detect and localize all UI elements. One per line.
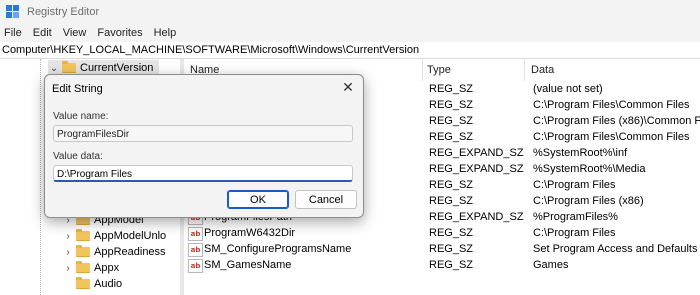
menu-edit[interactable]: Edit bbox=[29, 27, 59, 39]
column-header-data[interactable]: Data bbox=[531, 59, 696, 81]
value-data: C:\Program Files (x86)\Common Files bbox=[533, 115, 700, 127]
folder-icon bbox=[76, 261, 90, 273]
menu-file[interactable]: File bbox=[0, 27, 29, 39]
ab-string-icon: ab bbox=[188, 243, 203, 257]
value-name-label: Value name: bbox=[53, 111, 109, 122]
column-separator[interactable] bbox=[422, 59, 423, 81]
chevron-down-icon[interactable]: ⌄ bbox=[48, 63, 60, 74]
menu-favorites[interactable]: Favorites bbox=[93, 27, 149, 39]
table-row[interactable]: ab ProgramW6432Dir REG_SZ C:\Program Fil… bbox=[184, 225, 700, 241]
registry-editor-icon bbox=[6, 5, 20, 19]
value-type: REG_SZ bbox=[429, 131, 474, 143]
cancel-button[interactable]: Cancel bbox=[295, 190, 357, 209]
value-data: C:\Program Files (x86) bbox=[533, 195, 644, 207]
value-type: REG_SZ bbox=[429, 99, 474, 111]
title-bar: Registry Editor bbox=[0, 0, 700, 24]
column-header-type[interactable]: Type bbox=[427, 59, 522, 81]
folder-icon bbox=[76, 229, 90, 241]
value-data: %SystemRoot%\inf bbox=[533, 147, 628, 159]
value-data-label: Value data: bbox=[53, 151, 103, 162]
value-type: REG_SZ bbox=[429, 195, 474, 207]
value-data: Games bbox=[533, 259, 569, 271]
value-name-field: ProgramFilesDir bbox=[53, 125, 353, 142]
tree-node-appmodelunlock[interactable]: › AppModelUnlo bbox=[62, 228, 166, 244]
column-header-label: Data bbox=[531, 64, 555, 76]
close-icon[interactable]: ✕ bbox=[339, 79, 357, 97]
address-path: Computer\HKEY_LOCAL_MACHINE\SOFTWARE\Mic… bbox=[2, 44, 420, 56]
ab-string-icon: ab bbox=[188, 259, 203, 273]
value-data: C:\Program Files\Common Files bbox=[533, 99, 690, 111]
folder-icon bbox=[76, 277, 90, 289]
menu-help[interactable]: Help bbox=[150, 27, 184, 39]
value-type: REG_SZ bbox=[429, 227, 474, 239]
value-data: %SystemRoot%\Media bbox=[533, 163, 646, 175]
tree-node-appx[interactable]: › Appx bbox=[62, 260, 119, 276]
column-separator[interactable] bbox=[524, 59, 525, 81]
folder-icon bbox=[76, 245, 90, 257]
address-bar[interactable]: Computer\HKEY_LOCAL_MACHINE\SOFTWARE\Mic… bbox=[0, 42, 700, 59]
value-data: C:\Program Files\Common Files bbox=[533, 131, 690, 143]
chevron-right-icon[interactable]: › bbox=[62, 263, 74, 274]
window-title: Registry Editor bbox=[27, 6, 100, 18]
value-type: REG_SZ bbox=[429, 259, 474, 271]
ok-button[interactable]: OK bbox=[227, 190, 289, 209]
value-type: REG_SZ bbox=[429, 115, 474, 127]
value-type: REG_SZ bbox=[429, 83, 474, 95]
table-row[interactable]: ab SM_GamesName REG_SZ Games bbox=[184, 257, 700, 273]
value-type: REG_SZ bbox=[429, 243, 474, 255]
value-data: (value not set) bbox=[533, 83, 603, 95]
chevron-right-icon[interactable]: › bbox=[62, 247, 74, 258]
value-type: REG_EXPAND_SZ bbox=[429, 211, 524, 223]
tree-node-appreadiness[interactable]: › AppReadiness bbox=[62, 244, 166, 260]
value-type: REG_SZ bbox=[429, 179, 474, 191]
table-row[interactable]: ab SM_ConfigureProgramsName REG_SZ Set P… bbox=[184, 241, 700, 257]
tree-guide-line bbox=[40, 59, 41, 295]
value-data: C:\Program Files bbox=[533, 227, 616, 239]
folder-icon bbox=[62, 61, 76, 73]
tree-node-label: AppModelUnlo bbox=[94, 230, 167, 242]
value-data: %ProgramFiles% bbox=[533, 211, 618, 223]
value-data: C:\Program Files bbox=[533, 179, 616, 191]
value-name: ProgramW6432Dir bbox=[204, 227, 296, 239]
chevron-right-icon[interactable]: › bbox=[62, 231, 74, 242]
edit-string-dialog: Edit String ✕ Value name: ProgramFilesDi… bbox=[44, 74, 364, 218]
tree-node-label: AppReadiness bbox=[94, 246, 166, 258]
value-type: REG_EXPAND_SZ bbox=[429, 147, 524, 159]
value-data-field[interactable]: D:\Program Files bbox=[53, 165, 353, 182]
tree-node-label: Appx bbox=[94, 262, 120, 274]
column-header-label: Type bbox=[427, 64, 451, 76]
tree-node-label: CurrentVersion bbox=[80, 62, 154, 74]
dialog-title: Edit String bbox=[52, 83, 103, 95]
tree-node-audio[interactable]: Audio bbox=[62, 276, 122, 292]
tree-node-label: Audio bbox=[94, 278, 123, 290]
value-type: REG_EXPAND_SZ bbox=[429, 163, 524, 175]
value-name: SM_GamesName bbox=[204, 259, 292, 271]
ab-string-icon: ab bbox=[188, 227, 203, 241]
value-name: SM_ConfigureProgramsName bbox=[204, 243, 352, 255]
value-data: Set Program Access and Defaults bbox=[533, 243, 698, 255]
menu-view[interactable]: View bbox=[59, 27, 94, 39]
menu-bar: File Edit View Favorites Help bbox=[0, 24, 700, 42]
